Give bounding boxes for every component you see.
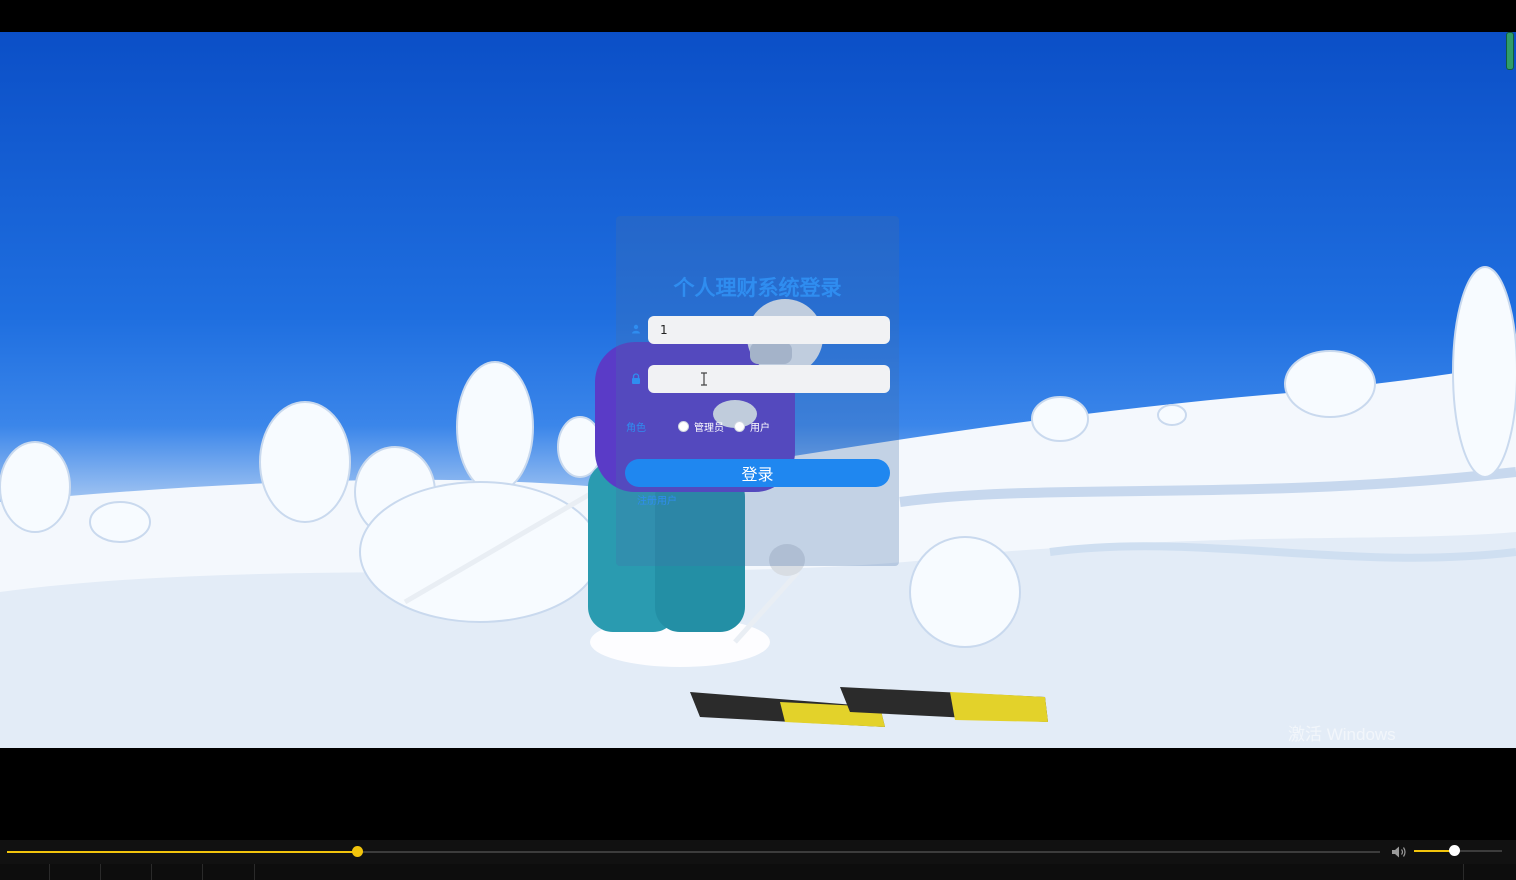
username-input[interactable] [648, 316, 890, 344]
role-option-user[interactable]: 用户 [734, 419, 770, 434]
video-frame: 激活 Windows 个人理财系统登录 角色 管理员 用户 登录 注册用户 [0, 32, 1516, 748]
register-link[interactable]: 注册用户 [637, 492, 677, 507]
progress-knob[interactable] [352, 846, 364, 857]
lock-icon [630, 372, 642, 384]
frame-scrollbar[interactable] [1506, 32, 1514, 70]
strip-segment [152, 864, 203, 880]
role-option-user-label: 用户 [750, 422, 770, 434]
speaker-icon[interactable] [1391, 844, 1407, 863]
windows-activation-watermark: 激活 Windows [1288, 725, 1396, 744]
login-button[interactable]: 登录 [625, 459, 890, 487]
role-option-admin-label: 管理员 [694, 422, 724, 434]
radio-user[interactable] [734, 420, 745, 432]
strip-segment [203, 864, 255, 880]
role-option-admin[interactable]: 管理员 [678, 419, 724, 434]
volume-knob[interactable] [1448, 845, 1460, 856]
role-label: 角色 [626, 422, 646, 434]
user-icon [630, 323, 642, 335]
volume-slider[interactable] [1414, 845, 1502, 856]
strip-segment [101, 864, 152, 880]
progress-bar[interactable] [7, 846, 1380, 857]
password-input[interactable] [648, 365, 890, 393]
strip-segment [1464, 864, 1516, 880]
radio-admin[interactable] [678, 420, 689, 432]
top-black-bar [0, 0, 1516, 32]
strip-segment [50, 864, 101, 880]
strip-segment [0, 864, 50, 880]
strip-segment [255, 864, 1464, 880]
progress-fill [7, 851, 358, 853]
login-title: 个人理财系统登录 [673, 276, 842, 300]
login-card: 个人理财系统登录 角色 管理员 用户 登录 注册用户 [616, 216, 899, 566]
role-selector: 角色 管理员 用户 [626, 418, 780, 434]
bottom-toolbar-strip [0, 864, 1516, 880]
volume-fill [1414, 850, 1454, 852]
text-cursor-icon [700, 371, 708, 390]
